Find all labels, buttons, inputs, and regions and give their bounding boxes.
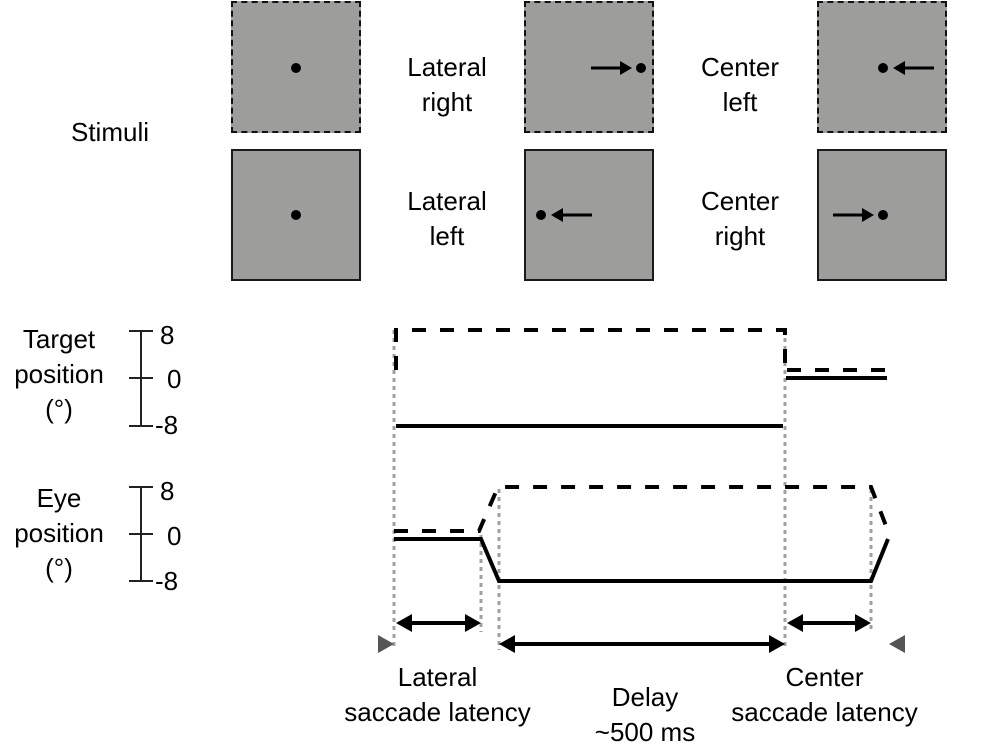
diagram-graphics [129, 61, 983, 653]
target-dot-lateral-right [636, 63, 646, 73]
eye-trace-solid [394, 537, 890, 583]
arrowhead-right-icon [378, 635, 394, 653]
arrowhead-right-icon [855, 614, 871, 632]
target-trace-dashed-lateral [394, 328, 787, 370]
stimulus-marks [291, 61, 934, 222]
arrowhead-left-icon [787, 614, 803, 632]
target-dot-center-right [878, 210, 888, 220]
eye-trace-dashed [394, 485, 890, 533]
arrowhead-right-icon [862, 208, 874, 222]
eye-axis [129, 486, 153, 582]
arrowhead-left-icon [893, 61, 905, 75]
arrowhead-left-icon [889, 635, 905, 653]
target-axis [129, 330, 153, 427]
arrowhead-right-icon [465, 614, 481, 632]
arrowhead-left-icon [396, 614, 412, 632]
target-dot-center-left [878, 63, 888, 73]
arrowhead-right-icon [769, 635, 785, 653]
fixation-dot-top [291, 63, 301, 73]
timeline-arrows [200, 614, 983, 653]
arrowhead-left-icon [551, 208, 563, 222]
fixation-dot-bottom [291, 210, 301, 220]
target-dot-lateral-left [536, 210, 546, 220]
target-trace [200, 328, 983, 428]
arrowhead-right-icon [620, 61, 632, 75]
eye-trace [200, 485, 983, 583]
arrowhead-left-icon [499, 635, 515, 653]
